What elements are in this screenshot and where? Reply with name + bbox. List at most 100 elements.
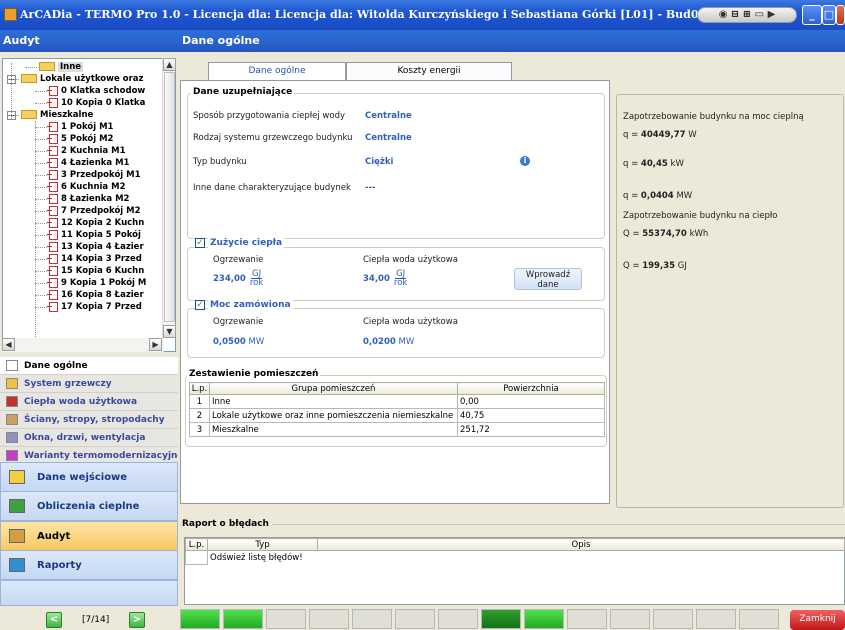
wprowadz-dane-button[interactable]: Wprowadź dane [514, 268, 582, 290]
label-moc-ogrzewanie: Ogrzewanie [213, 317, 264, 327]
tree-connector [35, 127, 47, 128]
tree-room[interactable]: 7 Przedpokój M2 [47, 205, 141, 217]
tree-room[interactable]: 14 Kopia 3 Przed [47, 253, 142, 265]
status-segment [223, 609, 263, 629]
status-segment [567, 609, 607, 629]
tree-room[interactable]: 17 Kopia 7 Przed [47, 301, 142, 313]
module-item[interactable]: Ściany, stropy, stropodachy [0, 411, 178, 429]
value-other-data[interactable]: --- [365, 183, 376, 193]
room-icon [47, 145, 58, 156]
room-icon [47, 277, 58, 288]
maximize-button[interactable]: □ [822, 5, 836, 25]
room-icon [47, 253, 58, 264]
scroll-thumb[interactable] [164, 72, 175, 322]
tab-koszty-energii[interactable]: Koszty energii [346, 62, 512, 80]
prev-page-button[interactable]: < [46, 612, 62, 628]
section-0[interactable]: Dane wejściowe [0, 462, 178, 492]
tree-room[interactable]: 16 Kopia 8 Łazier [47, 289, 144, 301]
info-icon[interactable]: i [520, 156, 530, 166]
raport-col-typ[interactable]: Typ [207, 538, 318, 551]
tree-folder[interactable]: Lokale użytkowe oraz [21, 73, 143, 85]
status-segment [180, 609, 220, 629]
raport-col-opis[interactable]: Opis [317, 538, 845, 551]
status-segment [352, 609, 392, 629]
tree-room[interactable]: 4 Łazienka M1 [47, 157, 129, 169]
label-heating-system: Rodzaj systemu grzewczego budynku [193, 133, 353, 143]
tree-room[interactable]: 3 Przedpokój M1 [47, 169, 141, 181]
tree-room[interactable]: 11 Kopia 5 Pokój [47, 229, 141, 241]
room-icon [47, 85, 58, 96]
module-icon [6, 414, 18, 425]
window-title: ArCADia - TERMO Pro 1.0 - Licencja dla: … [20, 8, 699, 21]
col-lp[interactable]: L.p. [189, 382, 210, 395]
scroll-left-icon[interactable]: ◀ [2, 338, 15, 351]
room-icon [47, 289, 58, 300]
scroll-down-icon[interactable]: ▼ [163, 325, 176, 338]
room-icon [47, 193, 58, 204]
q-megawatts: q = 0,0404 MW [623, 191, 693, 201]
col-powierzchnia[interactable]: Powierzchnia [457, 382, 605, 395]
label-zuzycie-ogrzewanie: Ogrzewanie [213, 255, 264, 265]
group-title-dane-uzupelniajace: Dane uzupełniające [191, 87, 295, 97]
tree-folder[interactable]: Mieszkalne [21, 109, 93, 121]
raport-col-lp[interactable]: L.p. [185, 538, 208, 551]
tree-room[interactable]: 0 Klatka schodow [47, 85, 145, 97]
moc-cwu-value[interactable]: 0,0200 MW [363, 337, 414, 347]
section-icon [9, 470, 25, 484]
tree-connector [35, 151, 47, 152]
zuzycie-cwu-value[interactable]: 34,00 GJ rok [363, 270, 407, 288]
tree-room[interactable]: 12 Kopia 2 Kuchn [47, 217, 144, 229]
close-icon[interactable] [836, 5, 845, 25]
module-icon [6, 432, 18, 443]
module-item[interactable]: Okna, drzwi, wentylacja [0, 429, 178, 447]
room-icon [47, 157, 58, 168]
scroll-right-icon[interactable]: ▶ [149, 338, 162, 351]
section-2[interactable]: Audyt [0, 521, 178, 551]
tree-room[interactable]: 8 Łazienka M2 [47, 193, 129, 205]
room-tree[interactable]: Inne − Lokale użytkowe oraz 0 Klatka schodo… [2, 58, 176, 352]
tree-room[interactable]: 6 Kuchnia M2 [47, 181, 126, 193]
section-1[interactable]: Obliczenia cieplne [0, 491, 178, 521]
raport-divider [180, 524, 845, 525]
tree-connector [35, 259, 47, 260]
room-icon [47, 301, 58, 312]
minimize-button[interactable]: _ [802, 5, 822, 25]
value-building-type[interactable]: Ciężki [365, 157, 393, 167]
moc-ogrzewanie-value[interactable]: 0,0500 MW [213, 337, 264, 347]
col-grupa[interactable]: Grupa pomieszczeń [209, 382, 458, 395]
table-row[interactable]: 3 Mieszkalne 251,72 [189, 422, 605, 437]
scroll-up-icon[interactable]: ▲ [163, 58, 176, 71]
module-item[interactable]: System grzewczy [0, 375, 178, 393]
pager: < [7/14] > [0, 606, 178, 630]
error-report-title: Raport o błędach [182, 519, 272, 529]
tree-horizontal-scrollbar[interactable]: ◀ ▶ [2, 338, 164, 352]
tree-vertical-scrollbar[interactable]: ▲ ▼ [162, 58, 176, 338]
refresh-errors-link[interactable]: Odśwież listę błędów! [208, 551, 845, 565]
room-icon [47, 241, 58, 252]
zuzycie-ogrzewanie-value[interactable]: 234,00 GJ rok [213, 270, 263, 288]
label-cwu-method: Sposób przygotowania ciepłej wody [193, 111, 345, 121]
tree-room[interactable]: 5 Pokój M2 [47, 133, 113, 145]
value-cwu-method[interactable]: Centralne [365, 111, 412, 121]
value-heating-system[interactable]: Centralne [365, 133, 412, 143]
tree-folder[interactable]: Inne [39, 61, 84, 73]
tree-room[interactable]: 1 Pokój M1 [47, 121, 113, 133]
section-3[interactable]: Raporty [0, 550, 178, 580]
tree-room[interactable]: 10 Kopia 0 Klatka [47, 97, 145, 109]
module-item[interactable]: Ciepła woda użytkowa [0, 393, 178, 411]
zuzycie-checkbox[interactable]: ✓ [195, 238, 205, 248]
tree-room[interactable]: 13 Kopia 4 Łazier [47, 241, 144, 253]
table-row[interactable]: 1 Inne 0,00 [189, 394, 605, 409]
titlebar-tools[interactable]: ◉ ⊟ ⊞ ▭ ▶ [697, 7, 797, 23]
tree-connector [35, 163, 47, 164]
moc-checkbox[interactable]: ✓ [195, 300, 205, 310]
tree-connector [35, 271, 47, 272]
next-page-button[interactable]: > [129, 612, 145, 628]
tree-room[interactable]: 15 Kopia 6 Kuchn [47, 265, 144, 277]
module-item[interactable]: Dane ogólne [0, 357, 178, 375]
close-button[interactable]: Zamknij [790, 610, 845, 630]
tree-room[interactable]: 2 Kuchnia M1 [47, 145, 126, 157]
tab-dane-ogolne[interactable]: Dane ogólne [208, 62, 346, 82]
tree-room[interactable]: 9 Kopia 1 Pokój M [47, 277, 146, 289]
table-row[interactable]: 2 Lokale użytkowe oraz inne pomieszczenia… [189, 408, 605, 423]
